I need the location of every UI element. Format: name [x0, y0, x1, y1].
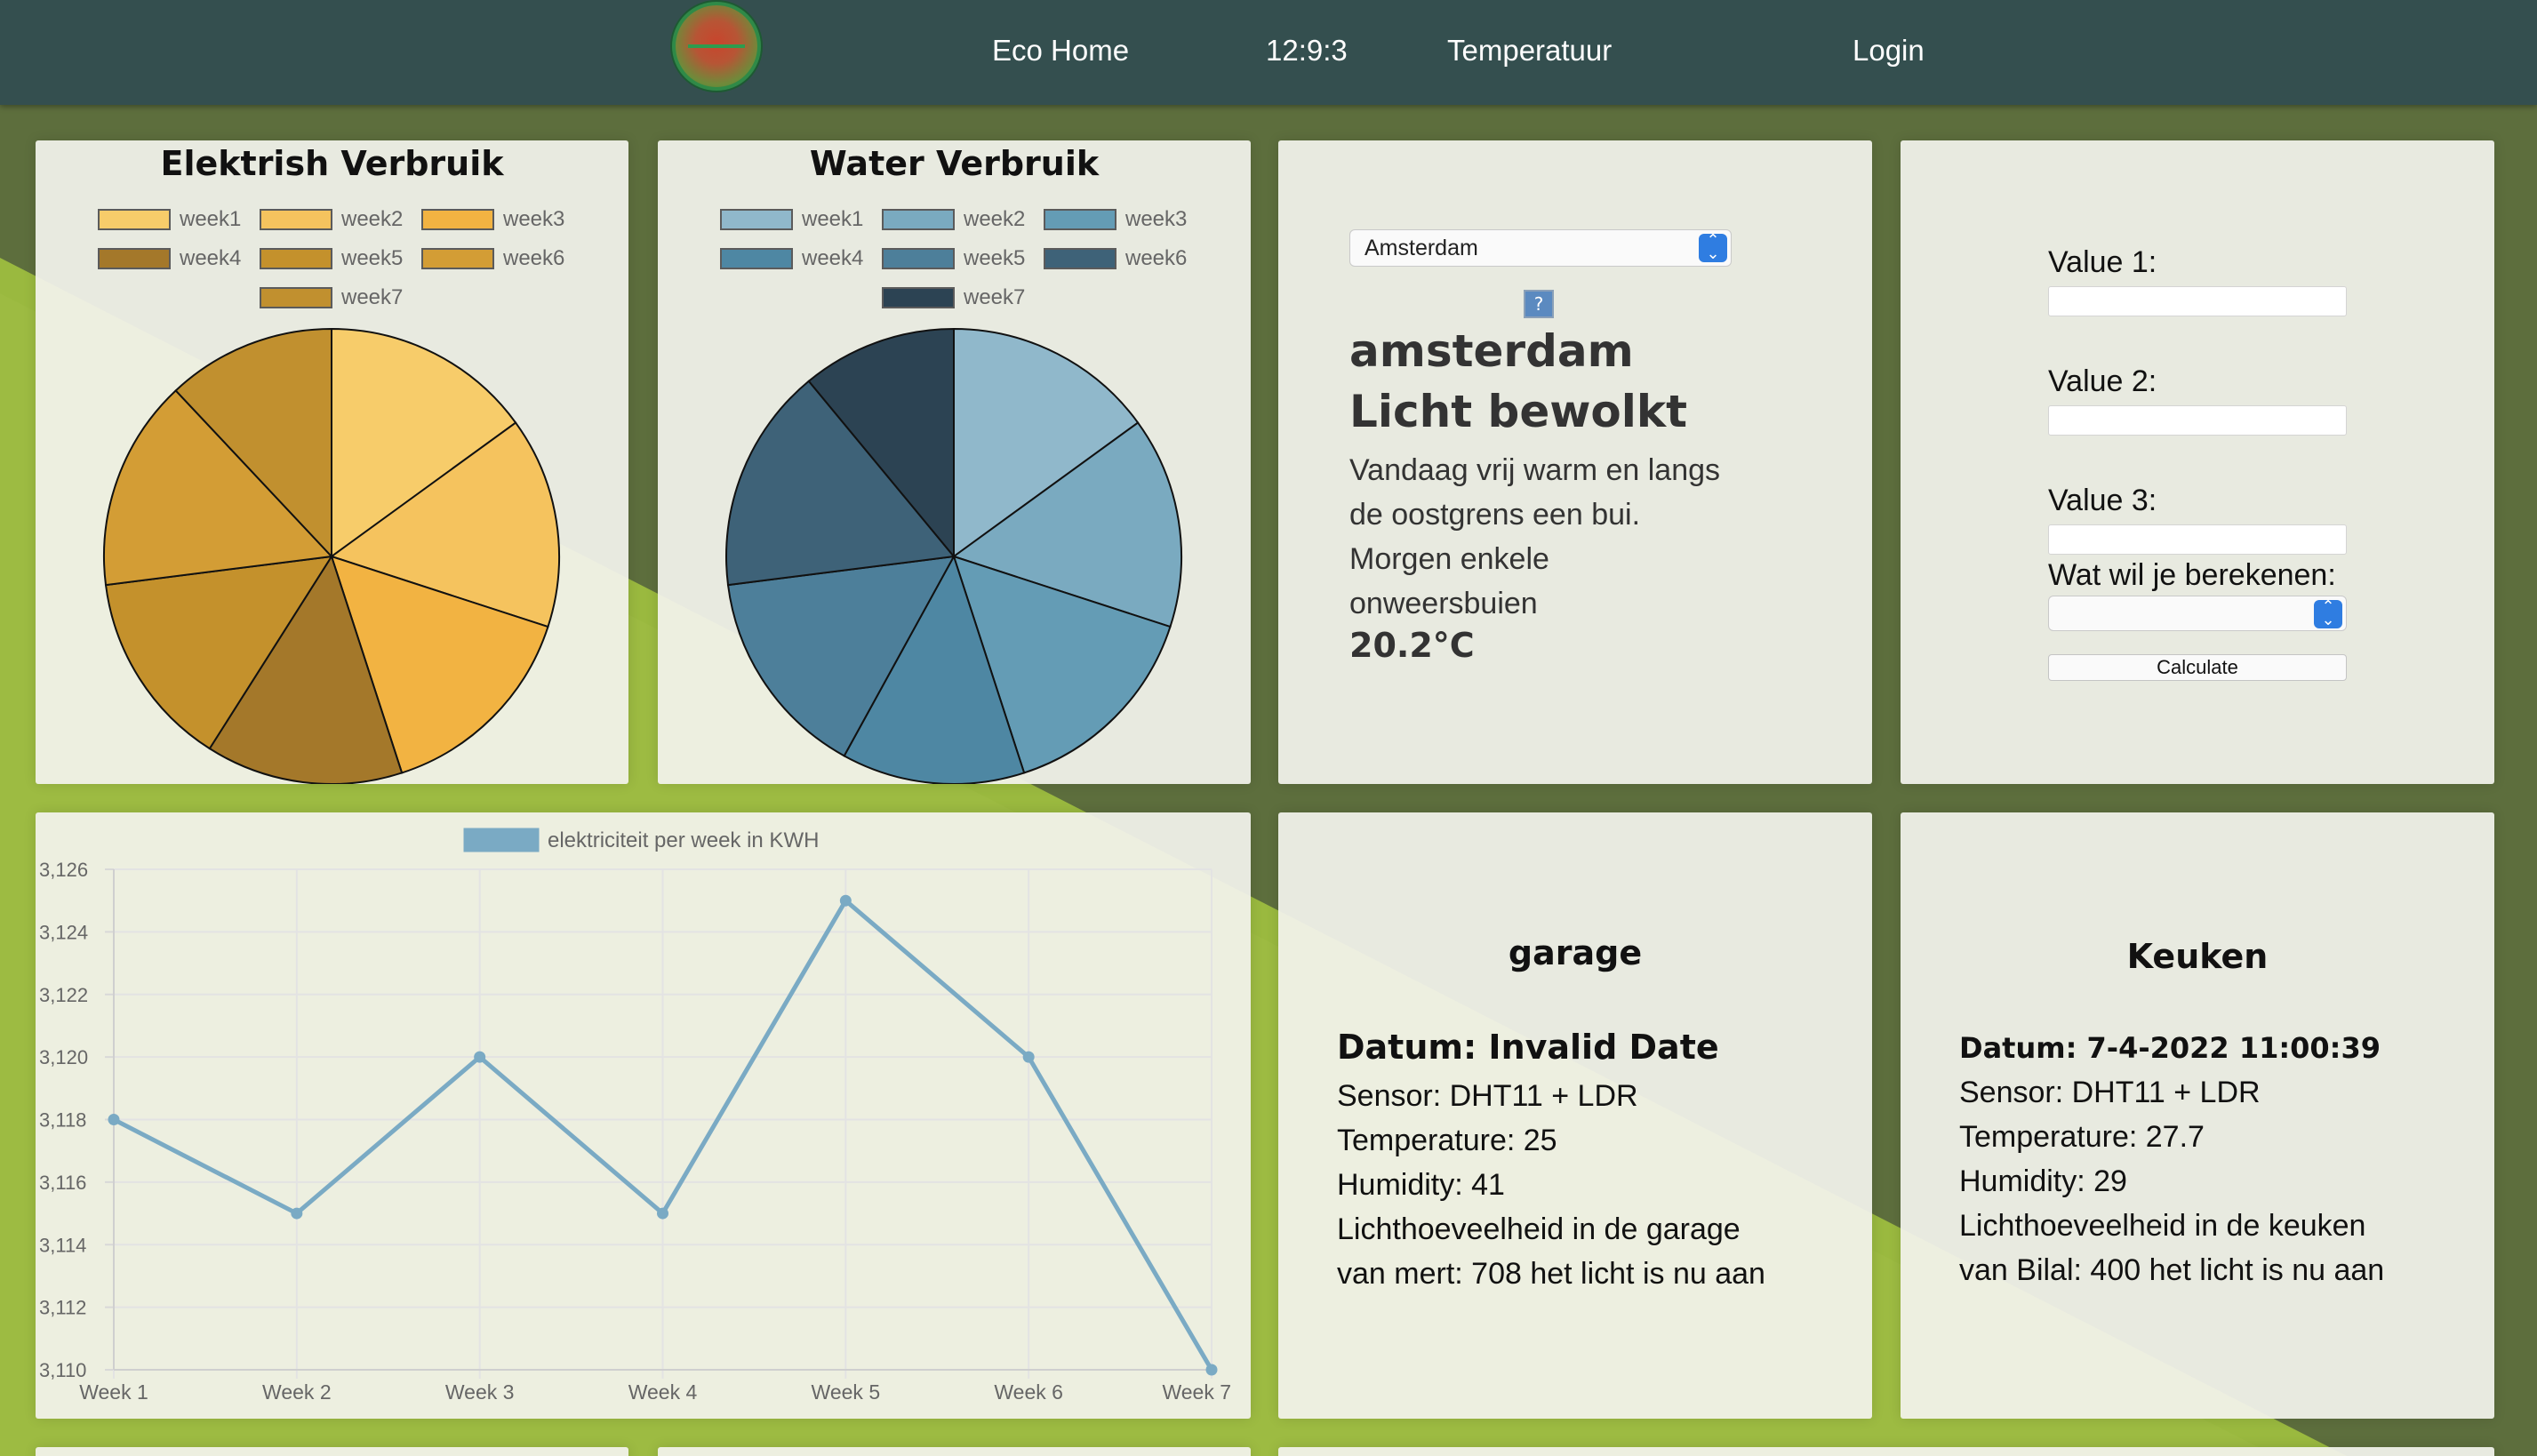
- weather-city: amsterdam: [1349, 325, 1634, 377]
- line-point[interactable]: [291, 1207, 303, 1220]
- y-tick-label: 3,116: [39, 1172, 86, 1194]
- kitchen-title: Keuken: [2126, 937, 2269, 976]
- city-select[interactable]: Amsterdam ⌃ ⌄: [1349, 229, 1732, 267]
- line-point[interactable]: [1022, 1051, 1035, 1063]
- line-point[interactable]: [839, 894, 852, 907]
- electric-usage-card: Elektrish Verbruik week1 week2 week3 week4 w…: [36, 140, 628, 784]
- garage-light-line2: van mert: 708 het licht is nu aan: [1337, 1257, 1765, 1291]
- garage-temperature: Temperature: 25: [1337, 1124, 1557, 1157]
- calculator-card: Value 1: Value 2: Value 3: Wat wil je be…: [1901, 140, 2494, 784]
- chevron-up-down-icon: ⌃ ⌄: [2314, 599, 2342, 628]
- line-point[interactable]: [657, 1207, 668, 1220]
- weather-card: Amsterdam ⌃ ⌄ ? amsterdam Licht bewolkt V…: [1278, 140, 1872, 784]
- line-legend-swatch: [463, 828, 540, 852]
- value1-label: Value 1:: [2048, 245, 2157, 279]
- nav-clock: 12:9:3: [1266, 34, 1348, 67]
- value2-label: Value 2:: [2048, 364, 2157, 398]
- bottom-card-1: [36, 1447, 628, 1456]
- garage-sensor-card: garage Datum: Invalid Date Sensor: DHT11…: [1278, 812, 1872, 1419]
- x-tick-label: Week 4: [628, 1380, 698, 1404]
- line-point[interactable]: [1205, 1364, 1218, 1376]
- weather-image-icon: ?: [1524, 290, 1554, 318]
- water-usage-card: Water Verbruik week1 week2 week3 week4 week5…: [658, 140, 1251, 784]
- y-tick-label: 3,110: [39, 1359, 86, 1381]
- line-legend-label: elektriciteit per week in KWH: [548, 828, 819, 852]
- y-tick-label: 3,114: [39, 1234, 86, 1256]
- nav-link-home[interactable]: Eco Home: [992, 30, 1129, 71]
- navbar: Eco Home 12:9:3 Temperatuur Login: [0, 0, 2537, 105]
- x-tick-label: Week 1: [79, 1380, 148, 1404]
- line-point[interactable]: [108, 1114, 120, 1125]
- x-tick-label: Week 6: [994, 1380, 1063, 1404]
- electricity-line-chart: elektriciteit per week in KWH 3,110 3,112 3…: [39, 828, 1231, 1404]
- kitchen-date: Datum: 7-4-2022 11:00:39: [1959, 1031, 2381, 1065]
- garage-title: garage: [1508, 933, 1643, 972]
- line-point[interactable]: [474, 1051, 486, 1063]
- kitchen-temperature: Temperature: 27.7: [1959, 1120, 2205, 1154]
- chevron-up-down-icon: ⌃ ⌄: [1699, 232, 1727, 262]
- x-tick-label: Week 3: [445, 1380, 515, 1404]
- operation-label: Wat wil je berekenen:: [2048, 558, 2336, 592]
- bottom-card-3: [1278, 1447, 2494, 1456]
- kitchen-sensor-card: Keuken Datum: 7-4-2022 11:00:39 Sensor: …: [1901, 812, 2494, 1419]
- electricity-line-chart-card: elektriciteit per week in KWH 3,110 3,112 3…: [36, 812, 1251, 1419]
- y-tick-label: 3,120: [39, 1046, 88, 1068]
- x-tick-label: Week 5: [812, 1380, 881, 1404]
- city-select-value: Amsterdam: [1365, 236, 1478, 260]
- kitchen-light-line2: van Bilal: 400 het licht is nu aan: [1959, 1253, 2385, 1287]
- bottom-card-2: [658, 1447, 1251, 1456]
- kitchen-humidity: Humidity: 29: [1959, 1164, 2127, 1198]
- calculate-button[interactable]: Calculate: [2048, 654, 2347, 681]
- garage-sensor: Sensor: DHT11 + LDR: [1337, 1079, 1638, 1113]
- kitchen-sensor: Sensor: DHT11 + LDR: [1959, 1076, 2261, 1109]
- water-pie-chart: [725, 327, 1182, 784]
- electric-pie-chart: [103, 327, 560, 784]
- garage-humidity: Humidity: 41: [1337, 1168, 1505, 1202]
- operation-select[interactable]: ⌃ ⌄: [2048, 596, 2347, 631]
- value1-input[interactable]: [2048, 286, 2347, 316]
- nav-link-login[interactable]: Login: [1853, 30, 1925, 71]
- kitchen-light-line1: Lichthoeveelheid in de keuken: [1959, 1209, 2366, 1243]
- y-tick-label: 3,112: [39, 1297, 86, 1319]
- weather-temperature: 20.2°C: [1349, 626, 1475, 665]
- y-tick-label: 3,122: [39, 984, 88, 1006]
- x-tick-label: Week 2: [262, 1380, 332, 1404]
- eco-home-logo[interactable]: [672, 2, 761, 91]
- x-tick-label: Week 7: [1162, 1380, 1231, 1404]
- weather-status: Licht bewolkt: [1349, 386, 1688, 437]
- garage-light-line1: Lichthoeveelheid in de garage: [1337, 1212, 1741, 1246]
- value2-input[interactable]: [2048, 405, 2347, 436]
- y-tick-label: 3,118: [39, 1109, 86, 1132]
- y-tick-label: 3,126: [39, 859, 88, 881]
- y-tick-label: 3,124: [39, 921, 88, 943]
- value3-input[interactable]: [2048, 524, 2347, 555]
- weather-description: Vandaag vrij warm en langs de oostgrens …: [1349, 453, 1721, 620]
- value3-label: Value 3:: [2048, 484, 2157, 517]
- garage-date: Datum: Invalid Date: [1337, 1028, 1719, 1067]
- nav-link-temperature[interactable]: Temperatuur: [1447, 30, 1612, 71]
